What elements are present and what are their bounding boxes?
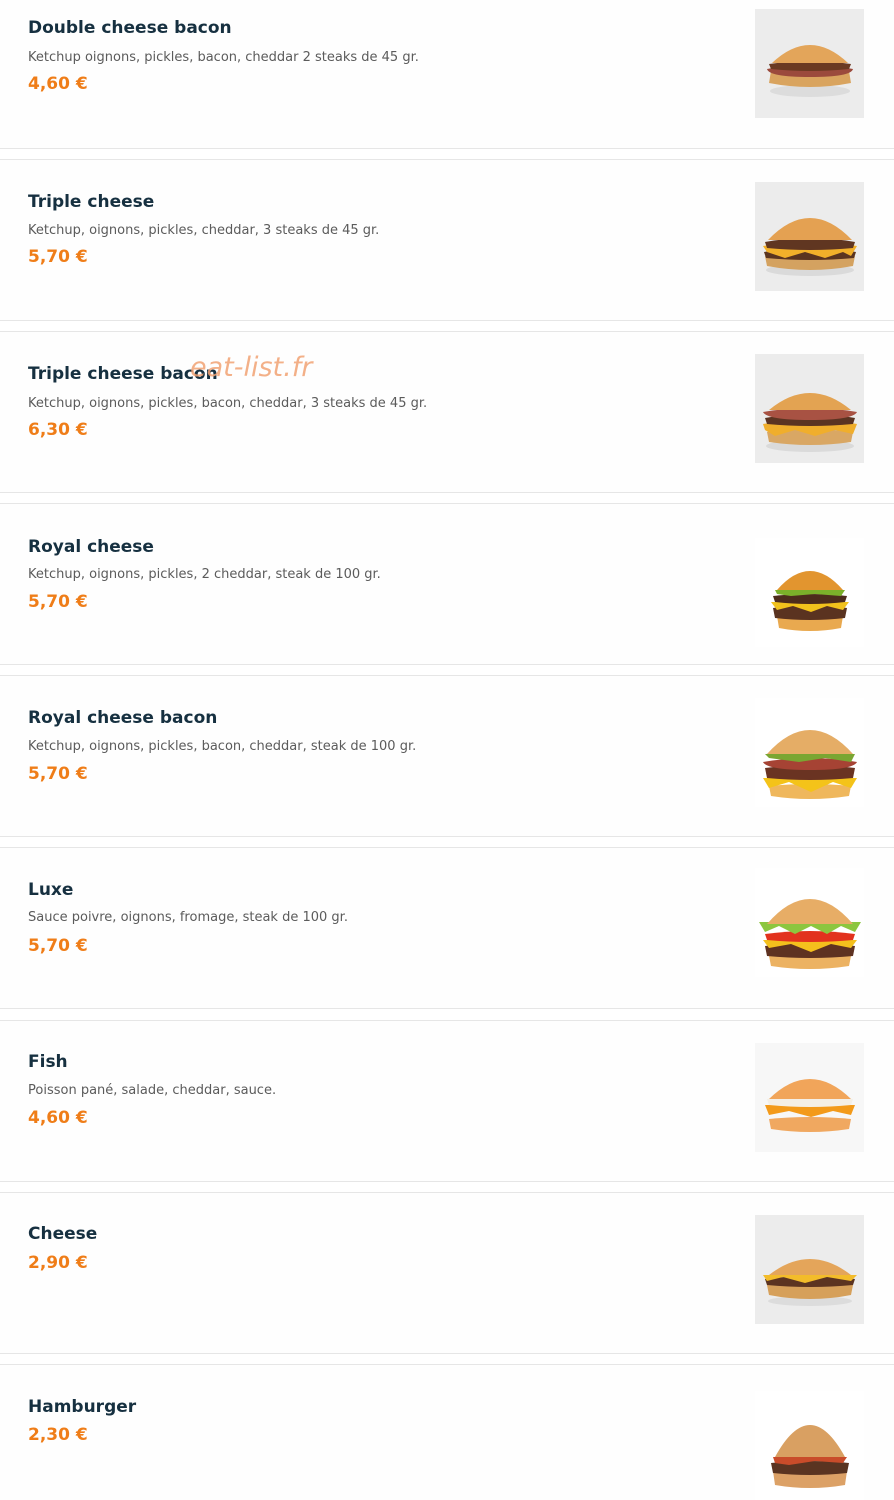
item-name: Royal cheese bacon [28,708,218,728]
item-price: 5,70 € [28,936,88,956]
burger-photo[interactable] [755,698,864,807]
burger-photo[interactable] [755,1043,864,1152]
menu-list: Double cheese bacon Ketchup oignons, pic… [0,0,894,1500]
watermark: eat-list.fr [190,352,313,383]
item-description: Ketchup oignons, pickles, bacon, cheddar… [28,50,419,65]
burger-photo[interactable] [755,9,864,118]
item-name: Double cheese bacon [28,18,232,38]
item-description: Ketchup, oignons, pickles, cheddar, 3 st… [28,223,380,238]
item-price: 6,30 € [28,420,88,440]
item-price: 5,70 € [28,247,88,267]
burger-photo[interactable] [755,182,864,291]
menu-item[interactable]: Fish Poisson pané, salade, cheddar, sauc… [0,1020,894,1182]
item-description: Ketchup, oignons, pickles, bacon, chedda… [28,739,417,754]
burger-photo[interactable] [755,538,864,647]
item-name: Triple cheese [28,192,155,212]
menu-item[interactable]: Luxe Sauce poivre, oignons, fromage, ste… [0,847,894,1009]
item-description: Ketchup, oignons, pickles, bacon, chedda… [28,396,428,411]
menu-item[interactable]: Triple cheese bacon Ketchup, oignons, pi… [0,331,894,493]
menu-item[interactable]: Hamburger 2,30 € [0,1364,894,1500]
burger-photo[interactable] [755,354,864,463]
burger-photo[interactable] [755,1391,864,1500]
item-name: Hamburger [28,1397,137,1417]
item-description: Sauce poivre, oignons, fromage, steak de… [28,910,348,925]
item-price: 5,70 € [28,764,88,784]
item-name: Luxe [28,880,74,900]
menu-item[interactable]: Royal cheese bacon Ketchup, oignons, pic… [0,675,894,837]
item-name: Royal cheese [28,537,154,557]
item-description: Poisson pané, salade, cheddar, sauce. [28,1083,277,1098]
item-price: 4,60 € [28,1108,88,1128]
menu-item[interactable]: Double cheese bacon Ketchup oignons, pic… [0,0,894,149]
item-price: 5,70 € [28,592,88,612]
item-price: 2,30 € [28,1425,88,1445]
item-name: Fish [28,1052,68,1072]
menu-item[interactable]: Royal cheese Ketchup, oignons, pickles, … [0,503,894,665]
item-price: 4,60 € [28,74,88,94]
menu-item[interactable]: Cheese 2,90 € [0,1192,894,1354]
menu-item[interactable]: Triple cheese Ketchup, oignons, pickles,… [0,159,894,321]
item-name: Cheese [28,1224,98,1244]
item-price: 2,90 € [28,1253,88,1273]
burger-photo[interactable] [755,868,864,977]
item-description: Ketchup, oignons, pickles, 2 cheddar, st… [28,567,381,582]
burger-photo[interactable] [755,1215,864,1324]
